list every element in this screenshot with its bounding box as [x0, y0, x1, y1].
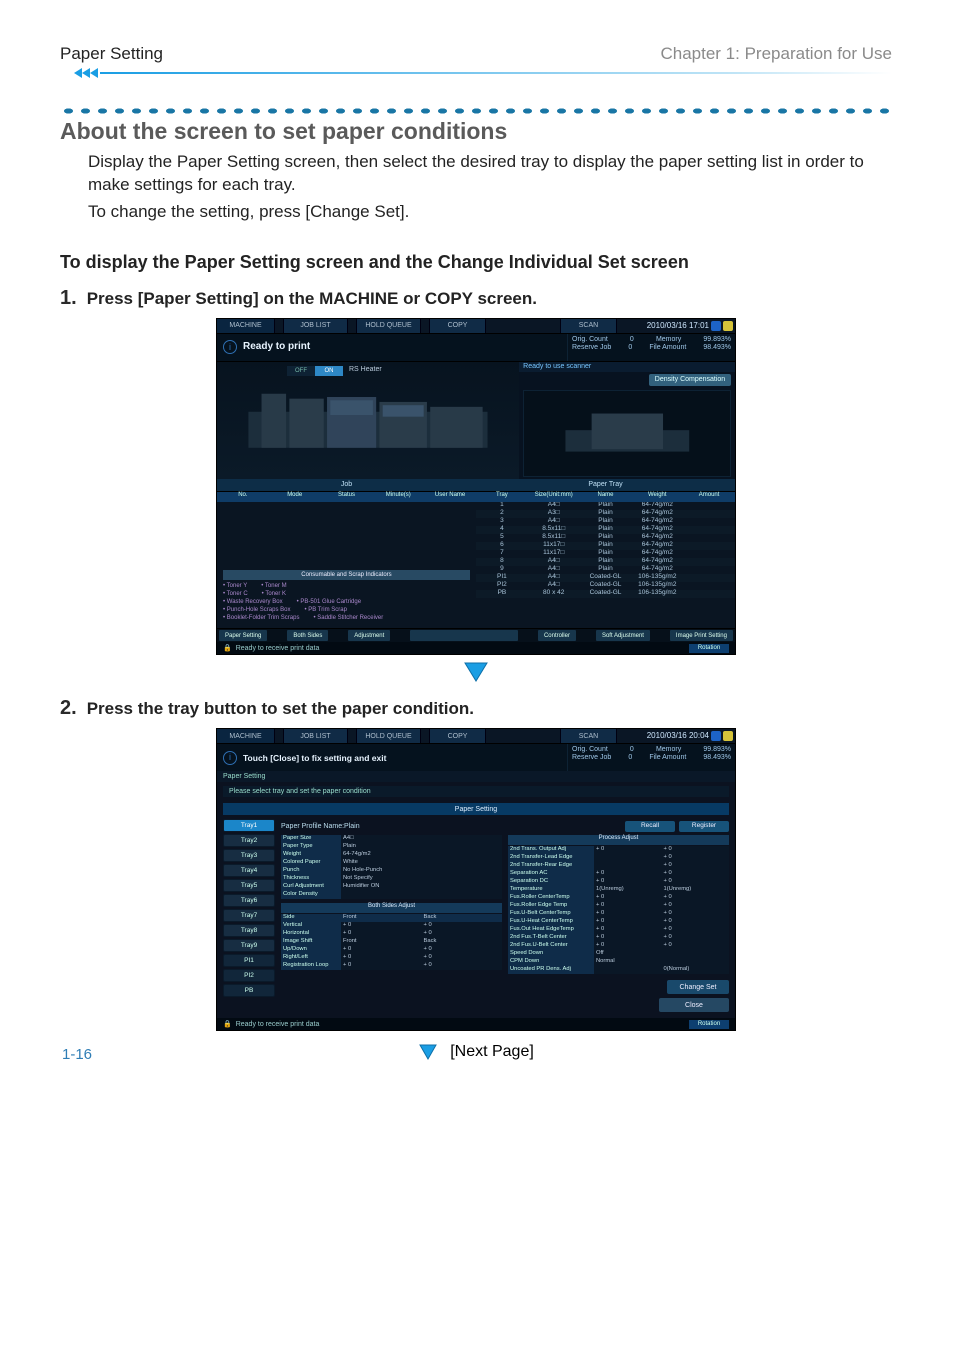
clock-text-2: 2010/03/16 20:04	[647, 732, 709, 740]
tray-button[interactable]: PI2	[223, 969, 275, 982]
clock-area: 2010/03/16 17:01	[617, 319, 735, 333]
tab-joblist-2[interactable]: JOB LIST	[284, 729, 348, 743]
info-icon[interactable]	[711, 321, 721, 331]
chevron-left-icon	[60, 66, 100, 80]
page-number: 1-16	[62, 1046, 92, 1063]
tab-sep	[275, 319, 284, 333]
bottom-btn	[410, 630, 518, 641]
arrow-down-icon	[463, 661, 489, 683]
tray-button[interactable]: Tray4	[223, 864, 275, 877]
density-compensation-button[interactable]: Density Compensation	[649, 374, 731, 386]
paper-properties: Paper SizeA4□Paper TypePlainWeight64-74g…	[281, 835, 502, 899]
consumables-label: Consumable and Scrap Indicators	[223, 570, 470, 580]
register-button[interactable]: Register	[679, 821, 729, 832]
rotation-button-2[interactable]: Rotation	[689, 1020, 729, 1029]
bottom-btn[interactable]: Adjustment	[348, 630, 390, 641]
tray-button[interactable]: Tray7	[223, 909, 275, 922]
tab-joblist[interactable]: JOB LIST	[284, 319, 348, 333]
help-icon[interactable]	[723, 321, 733, 331]
scanner-mini-diagram	[523, 390, 731, 477]
rs-heater-label: RS Heater	[349, 366, 382, 373]
info-icon[interactable]	[711, 731, 721, 741]
tray-button[interactable]: PB	[223, 984, 275, 997]
both-sides-cols: SideFrontBack	[281, 914, 502, 922]
process-adjust-rows: 2nd Trans. Output Adj+ 0+ 02nd Transfer-…	[508, 846, 729, 974]
section-heading: About the screen to set paper conditions	[60, 118, 892, 145]
tab-copy-2[interactable]: COPY	[430, 729, 486, 743]
panel-title: Paper Setting	[223, 803, 729, 815]
tray-button[interactable]: Tray3	[223, 849, 275, 862]
tray-button[interactable]: Tray1	[223, 819, 275, 832]
consumables-list: • Toner Y• Toner M• Toner C• Toner K• Wa…	[217, 582, 476, 628]
step-number-2: 2.	[60, 697, 77, 720]
status-message: Ready to print	[243, 342, 310, 352]
tray-button[interactable]: Tray5	[223, 879, 275, 892]
process-adjust-header: Process Adjust	[508, 835, 729, 845]
scanner-status: Ready to use scanner	[519, 362, 735, 372]
info-circle-icon: i	[223, 751, 237, 765]
both-sides-rows: Vertical+ 0+ 0Horizontal+ 0+ 0Image Shif…	[281, 922, 502, 970]
tab-scan[interactable]: SCAN	[561, 319, 617, 333]
top-tabs: MACHINE JOB LIST HOLD QUEUE COPY SCAN 20…	[217, 319, 735, 333]
tray-button[interactable]: Tray2	[223, 834, 275, 847]
machine-screen: MACHINE JOB LIST HOLD QUEUE COPY SCAN 20…	[216, 318, 736, 655]
breadcrumb: Paper Setting	[217, 771, 735, 782]
tray-list: Tray1 Tray2 Tray3 Tray4 Tray5 Tray6 Tray7 Tray8…	[223, 819, 275, 1012]
tab-machine-2[interactable]: MACHINE	[217, 729, 275, 743]
rs-heater-off[interactable]: OFF	[287, 366, 315, 376]
bottom-btn[interactable]: Soft Adjustment	[596, 630, 650, 641]
next-page-label: [Next Page]	[450, 1043, 534, 1061]
job-columns: No.ModeStatusMinute(s)User Name	[217, 492, 476, 502]
tray-button[interactable]: Tray9	[223, 939, 275, 952]
footer-status: 🔒 Ready to receive print data	[223, 645, 319, 652]
instruction: Please select tray and set the paper con…	[223, 786, 729, 797]
papertray-header: Paper Tray	[476, 479, 735, 491]
rotation-button[interactable]: Rotation	[689, 644, 729, 653]
tab-holdqueue[interactable]: HOLD QUEUE	[357, 319, 421, 333]
bottom-btn[interactable]: Both Sides	[287, 630, 328, 641]
arrow-down-icon	[418, 1043, 438, 1061]
bottom-buttons: Paper Setting Both Sides Adjustment Control…	[217, 628, 735, 642]
both-sides-header: Both Sides Adjust	[281, 903, 502, 913]
tab-copy[interactable]: COPY	[430, 319, 486, 333]
tray-button[interactable]: Tray6	[223, 894, 275, 907]
bottom-btn[interactable]: Controller	[538, 630, 576, 641]
bottom-btn[interactable]: Image Print Setting	[670, 630, 733, 641]
tab-holdqueue-2[interactable]: HOLD QUEUE	[357, 729, 421, 743]
step-text-1: Press [Paper Setting] on the MACHINE or …	[87, 289, 537, 309]
job-body	[217, 502, 476, 566]
tray-columns: TraySize(Unit:mm)NameWeightAmount	[476, 492, 735, 502]
header-chapter: Chapter 1: Preparation for Use	[660, 44, 892, 64]
status-message-2: Touch [Close] to fix setting and exit	[243, 754, 386, 763]
tab-scan-2[interactable]: SCAN	[561, 729, 617, 743]
section-para-2: To change the setting, press [Change Set…	[88, 201, 892, 224]
recall-button[interactable]: Recall	[625, 821, 675, 832]
header-rule	[60, 66, 892, 80]
procedure-heading: To display the Paper Setting screen and …	[60, 252, 892, 273]
profile-name: Paper Profile Name:Plain	[281, 823, 360, 830]
section-para-1: Display the Paper Setting screen, then s…	[88, 151, 892, 197]
printer-diagram: OFF ON RS Heater	[217, 362, 519, 479]
paper-setting-screen: MACHINE JOB LIST HOLD QUEUE COPY SCAN 20…	[216, 728, 736, 1031]
dotted-rule	[60, 106, 892, 116]
rs-heater-on[interactable]: ON	[315, 366, 343, 376]
step-text-2: Press the tray button to set the paper c…	[87, 699, 474, 719]
bottom-btn[interactable]: Paper Setting	[219, 630, 267, 641]
printer-icon	[232, 379, 504, 461]
tray-rows: 1A4□Plain64-74g/m22A3□Plain64-74g/m23A4□…	[476, 502, 735, 598]
change-set-button[interactable]: Change Set	[667, 980, 729, 994]
info-circle-icon: i	[223, 340, 237, 354]
footer-status-2: 🔒 Ready to receive print data	[223, 1021, 319, 1028]
tab-machine[interactable]: MACHINE	[217, 319, 275, 333]
close-button[interactable]: Close	[659, 998, 729, 1012]
status-counters: Orig. Count0Memory99.893% Reserve Job0Fi…	[567, 334, 735, 361]
tray-button[interactable]: Tray8	[223, 924, 275, 937]
help-icon[interactable]	[723, 731, 733, 741]
header-section: Paper Setting	[60, 44, 163, 64]
tray-button[interactable]: PI1	[223, 954, 275, 967]
clock-text: 2010/03/16 17:01	[647, 322, 709, 330]
job-header: Job	[217, 479, 476, 491]
step-number-1: 1.	[60, 287, 77, 310]
